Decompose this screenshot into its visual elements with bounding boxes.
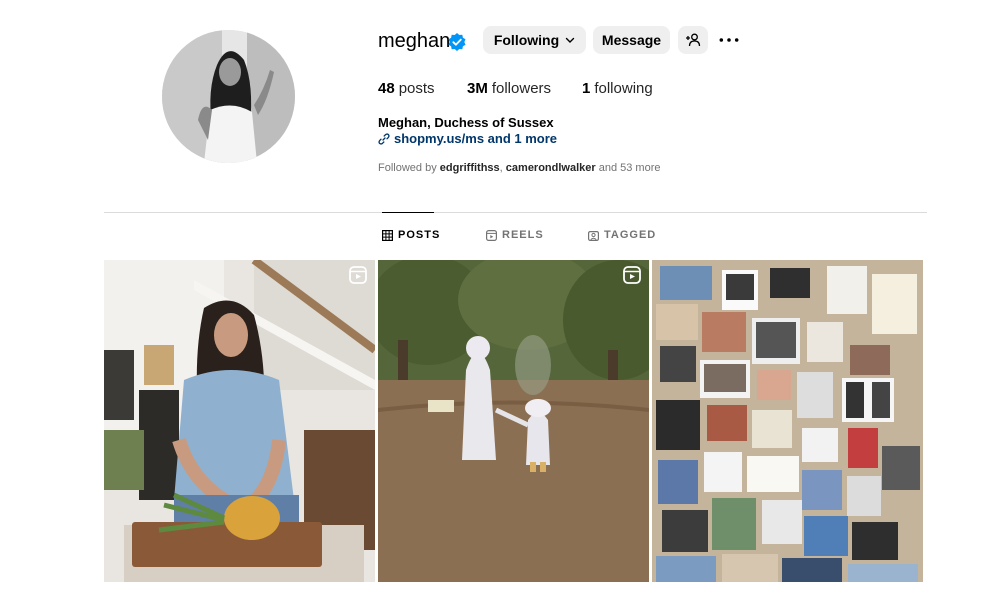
following-label: Following — [493, 32, 560, 48]
active-tab-indicator — [382, 212, 434, 213]
reels-icon — [486, 229, 497, 241]
following-stat[interactable]: 1 following — [582, 80, 653, 97]
username: meghan — [378, 30, 451, 52]
tab-posts-label: POSTS — [398, 229, 441, 241]
bio-link[interactable]: shopmy.us/ms and 1 more — [378, 131, 557, 146]
posts-label: posts — [398, 80, 435, 97]
avatar-photo — [162, 30, 295, 163]
tab-reels-label: REELS — [502, 229, 544, 241]
post-thumbnail[interactable] — [378, 260, 649, 582]
tab-reels[interactable]: REELS — [486, 229, 544, 241]
grid-icon — [382, 229, 393, 241]
tagged-icon — [588, 230, 599, 241]
post-image-orchard — [378, 260, 649, 582]
followers-label: followers — [491, 80, 552, 97]
post-thumbnail[interactable] — [104, 260, 375, 582]
add-person-icon — [686, 33, 701, 47]
followed-by-user2: camerondlwalker — [505, 162, 596, 174]
tabs-divider — [104, 212, 927, 213]
post-image-kitchen — [104, 260, 375, 582]
more-options-icon[interactable] — [716, 30, 742, 50]
message-button[interactable]: Message — [593, 26, 670, 54]
link-icon — [378, 132, 390, 145]
reel-badge-icon — [349, 266, 367, 284]
posts-count: 48 — [378, 80, 395, 97]
profile-stats: 48 posts 3M followers 1 following — [378, 80, 653, 97]
followed-by[interactable]: Followed by edgriffithss, camerondlwalke… — [378, 162, 661, 174]
suggested-accounts-button[interactable] — [678, 26, 708, 54]
tab-tagged-label: TAGGED — [604, 229, 657, 241]
followed-by-suffix: and 53 more — [598, 162, 661, 174]
following-label-stat: following — [594, 80, 653, 97]
tab-posts[interactable]: POSTS — [382, 229, 440, 241]
followers-stat[interactable]: 3M followers — [467, 80, 582, 97]
bio-link-text: shopmy.us/ms and 1 more — [394, 131, 558, 146]
following-count: 1 — [582, 80, 591, 97]
post-image-collage — [652, 260, 923, 582]
profile-avatar[interactable] — [162, 30, 295, 163]
reel-badge-icon — [623, 266, 641, 284]
followed-by-prefix: Followed by — [378, 162, 437, 174]
followed-by-user1: edgriffithss — [439, 162, 500, 174]
post-thumbnail[interactable] — [652, 260, 923, 582]
verified-badge-icon — [448, 33, 466, 51]
following-button[interactable]: Following — [483, 26, 586, 54]
followers-count: 3M — [467, 80, 488, 97]
chevron-down-icon — [565, 37, 575, 43]
full-name: Meghan, Duchess of Sussex — [378, 115, 554, 130]
posts-stat: 48 posts — [378, 80, 467, 97]
tab-tagged[interactable]: TAGGED — [588, 229, 656, 241]
message-label: Message — [601, 32, 662, 48]
